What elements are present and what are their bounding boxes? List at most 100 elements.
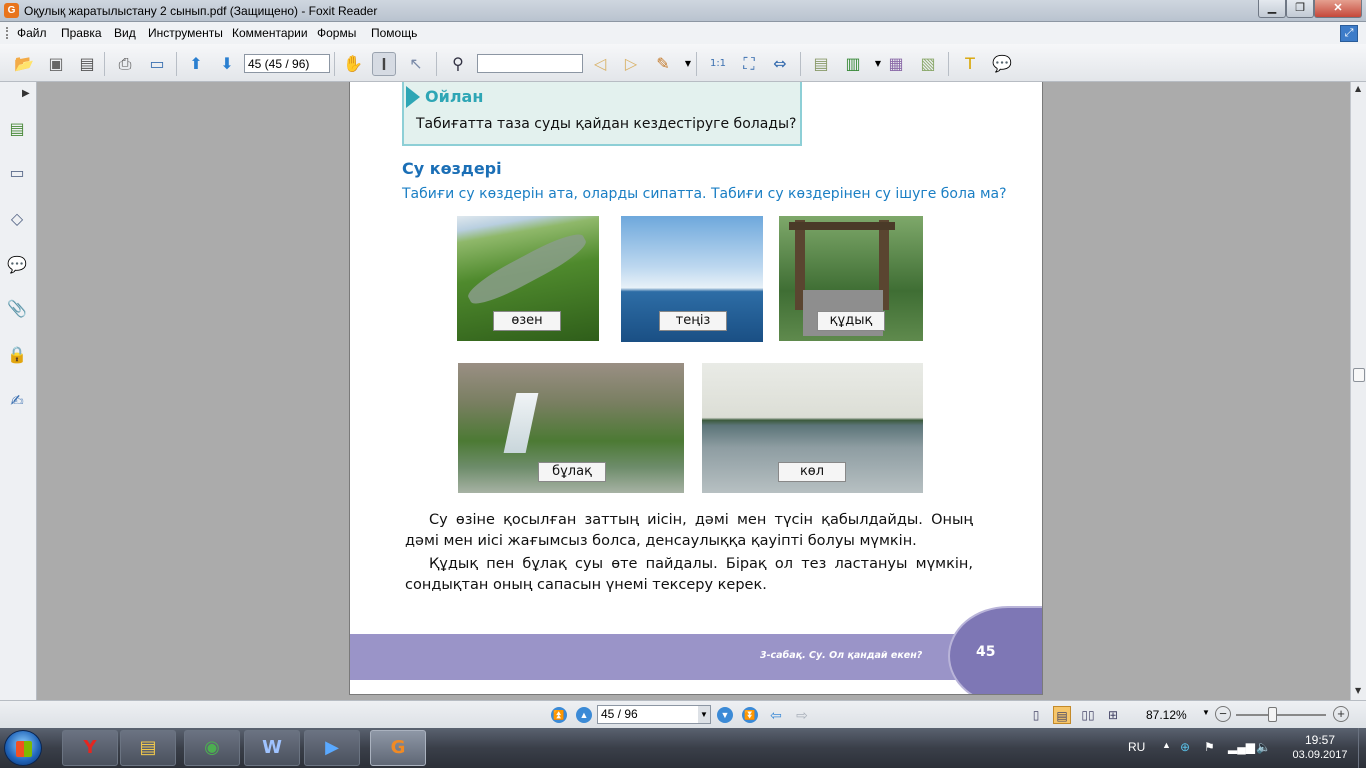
clock-date: 03.09.2017 (1292, 749, 1348, 761)
menu-comments[interactable]: Комментарии (232, 26, 308, 40)
start-button[interactable] (4, 730, 42, 766)
pdf-icon[interactable]: ▦ (884, 52, 908, 76)
toolbar-separator (800, 52, 801, 76)
attachments-icon[interactable]: 📎 (6, 298, 28, 320)
toolbar-separator (176, 52, 177, 76)
next-page-icon[interactable]: ⬇ (215, 52, 239, 76)
next-page-status-icon[interactable]: ▼ (717, 707, 733, 723)
fit-page-icon[interactable]: ⛶ (737, 52, 761, 76)
taskbar-app-explorer[interactable]: ▤ (120, 730, 176, 766)
toolbar-separator (436, 52, 437, 76)
tray-flag-icon[interactable]: ⚑ (1204, 740, 1215, 754)
close-button[interactable]: ✕ (1314, 0, 1362, 18)
file-explorer-icon: ▤ (139, 737, 157, 758)
menu-help[interactable]: Помощь (371, 26, 417, 40)
menu-file[interactable]: Файл (17, 26, 47, 40)
tray-expand-icon[interactable]: ▲ (1162, 740, 1171, 750)
select-text-icon[interactable]: 𝐈 (372, 52, 396, 76)
taskbar-app-word[interactable]: W (244, 730, 300, 766)
system-clock[interactable]: 19:57 03.09.2017 (1288, 733, 1352, 762)
menu-edit[interactable]: Правка (61, 26, 102, 40)
scroll-thumb[interactable] (1353, 368, 1365, 382)
chevron-down-icon[interactable]: ▼ (698, 706, 710, 723)
document-area[interactable]: Ойлан Табиғатта таза суды қайдан кездест… (38, 82, 1350, 700)
prev-page-icon[interactable]: ⬆ (184, 52, 208, 76)
taskbar-app-foxit[interactable]: G (370, 730, 426, 766)
network-icon[interactable]: ▂▄▆ (1228, 740, 1255, 754)
menu-view[interactable]: Вид (114, 26, 136, 40)
waterfall (503, 393, 539, 453)
vertical-scrollbar[interactable]: ▲ ▼ (1350, 82, 1366, 700)
search-input[interactable] (477, 54, 583, 73)
tray-app-icon[interactable]: ⊕ (1180, 740, 1190, 754)
volume-icon[interactable]: 🔈 (1256, 740, 1271, 754)
find-next-icon[interactable]: ▷ (619, 52, 643, 76)
previous-page-icon[interactable]: ▲ (576, 707, 592, 723)
typewriter-icon[interactable]: T (958, 52, 982, 76)
highlight-icon[interactable]: ✎ (651, 52, 675, 76)
menu-tools[interactable]: Инструменты (148, 26, 223, 40)
first-page-icon[interactable]: ⏫ (551, 707, 567, 723)
photo-label: теңіз (659, 311, 727, 331)
taskbar-app-media-player[interactable]: ▶ (304, 730, 360, 766)
language-indicator[interactable]: RU (1128, 740, 1145, 754)
media-player-icon: ▶ (325, 737, 339, 758)
zoom-level[interactable]: 87.12% (1146, 708, 1187, 722)
layers-icon[interactable]: ◇ (6, 208, 28, 230)
paragraph: Құдық пен бұлақ суы өте пайдалы. Бірақ о… (405, 556, 973, 593)
expand-panel-icon[interactable]: ▶ (22, 88, 30, 99)
back-arrow-icon[interactable]: ⇦ (768, 707, 784, 723)
minimize-button[interactable]: ▁ (1258, 0, 1286, 18)
save-icon[interactable]: ▣ (44, 52, 68, 76)
restore-window-icon[interactable]: ⤢ (1340, 25, 1358, 42)
zoom-in-icon[interactable]: + (1333, 706, 1349, 722)
photo-well: құдық (779, 216, 923, 341)
menu-forms[interactable]: Формы (317, 26, 356, 40)
export-pdf-icon[interactable]: ▥ (841, 52, 865, 76)
single-page-view-icon[interactable]: ▯ (1027, 706, 1045, 724)
bookmarks-icon[interactable]: ▭ (6, 162, 28, 184)
continuous-facing-view-icon[interactable]: ⊞ (1104, 706, 1122, 724)
page-number-input[interactable] (244, 54, 330, 73)
security-icon[interactable]: 🔒 (6, 344, 28, 366)
find-prev-icon[interactable]: ◁ (588, 52, 612, 76)
facing-view-icon[interactable]: ▯▯ (1079, 706, 1097, 724)
forward-arrow-icon[interactable]: ⇨ (794, 707, 810, 723)
open-icon[interactable]: 📂 (12, 52, 36, 76)
signature-icon[interactable]: ✍ (6, 390, 28, 412)
combine-pdf-icon[interactable]: ▧ (916, 52, 940, 76)
save-as-icon[interactable]: ▤ (75, 52, 99, 76)
toolbar: 📂 ▣ ▤ ⎙ ▭ ⬆ ⬇ ✋ 𝐈 ↖ ⚲ ◁ ▷ ✎ ▼ 1:1 ⛶ ⇔ ▤ … (0, 44, 1366, 82)
photo-lake: көл (702, 363, 923, 493)
taskbar-app-chrome[interactable]: ◉ (184, 730, 240, 766)
last-page-icon[interactable]: ⏬ (742, 707, 758, 723)
status-page-value: 45 / 96 (601, 707, 638, 721)
word-icon: W (262, 737, 282, 758)
hand-tool-icon[interactable]: ✋ (341, 52, 365, 76)
zoom-slider-track[interactable] (1236, 714, 1326, 716)
fit-width-icon[interactable]: ⇔ (768, 52, 792, 76)
scroll-down-icon[interactable]: ▼ (1355, 686, 1361, 695)
zoom-slider-thumb[interactable] (1268, 707, 1277, 722)
scan-icon[interactable]: ▭ (145, 52, 169, 76)
continuous-view-icon[interactable]: ▤ (1053, 706, 1071, 724)
photo-spring: бұлақ (458, 363, 684, 493)
actual-size-icon[interactable]: 1:1 (706, 52, 730, 76)
maximize-button[interactable]: ❐ (1286, 0, 1314, 18)
find-icon[interactable]: ⚲ (446, 52, 470, 76)
note-icon[interactable]: 💬 (990, 52, 1014, 76)
chevron-down-icon[interactable]: ▼ (1202, 708, 1210, 717)
comments-icon[interactable]: 💬 (6, 254, 28, 276)
status-page-field[interactable]: 45 / 96 ▼ (597, 705, 711, 724)
photo-label: құдық (817, 311, 885, 331)
pages-icon[interactable]: ▤ (6, 118, 28, 140)
taskbar-app-yandex[interactable]: Y (62, 730, 118, 766)
zoom-out-icon[interactable]: − (1215, 706, 1231, 722)
select-arrow-icon[interactable]: ↖ (404, 52, 428, 76)
show-desktop-button[interactable] (1358, 728, 1366, 768)
page-footer-band (350, 634, 1042, 680)
print-icon[interactable]: ⎙ (113, 52, 137, 76)
scroll-up-icon[interactable]: ▲ (1355, 84, 1361, 93)
toolbar-separator (948, 52, 949, 76)
create-pdf-icon[interactable]: ▤ (809, 52, 833, 76)
